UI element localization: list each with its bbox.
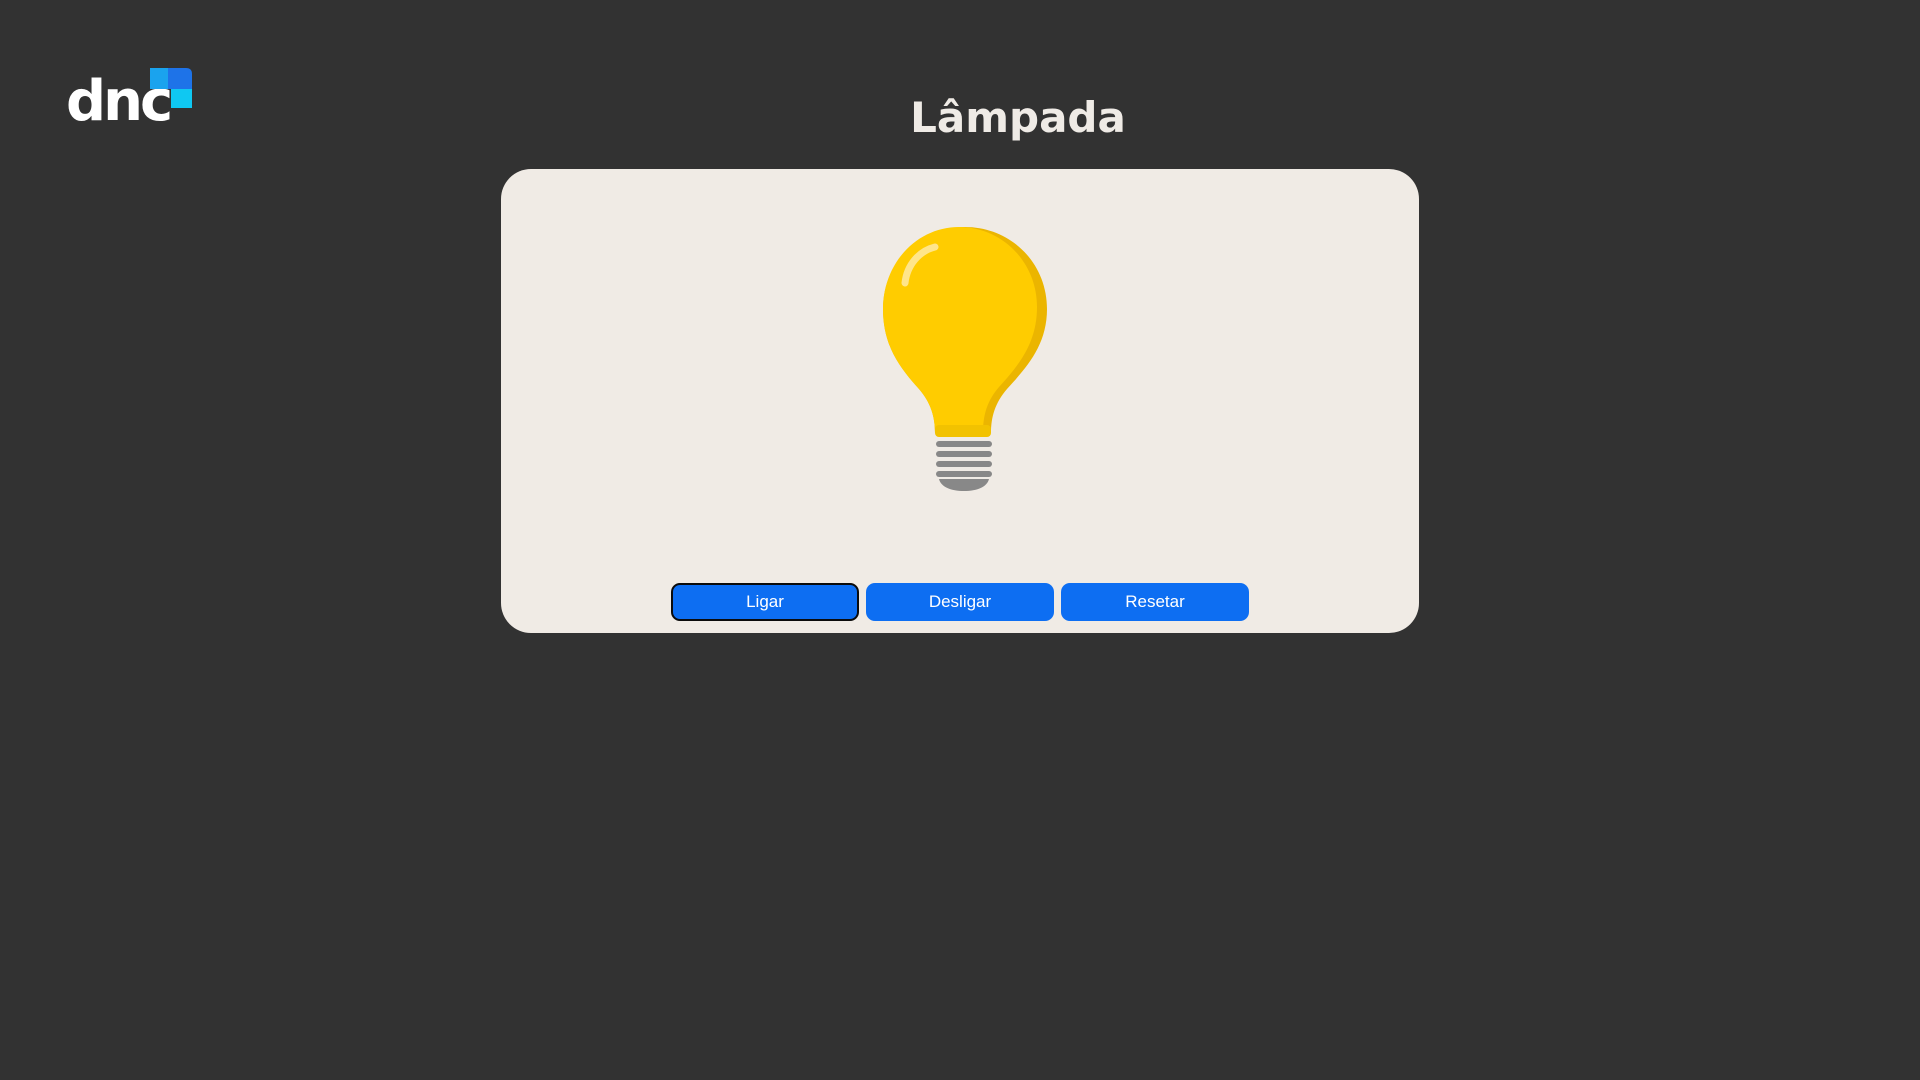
turn-off-button[interactable]: Desligar [866,583,1054,621]
page-title: Lâmpada [910,93,1126,142]
lightbulb-icon [883,227,1047,491]
turn-on-button[interactable]: Ligar [671,583,859,621]
lamp-controls: Ligar Desligar Resetar [671,583,1249,621]
lamp-card: Ligar Desligar Resetar [501,169,1419,633]
reset-button[interactable]: Resetar [1061,583,1249,621]
